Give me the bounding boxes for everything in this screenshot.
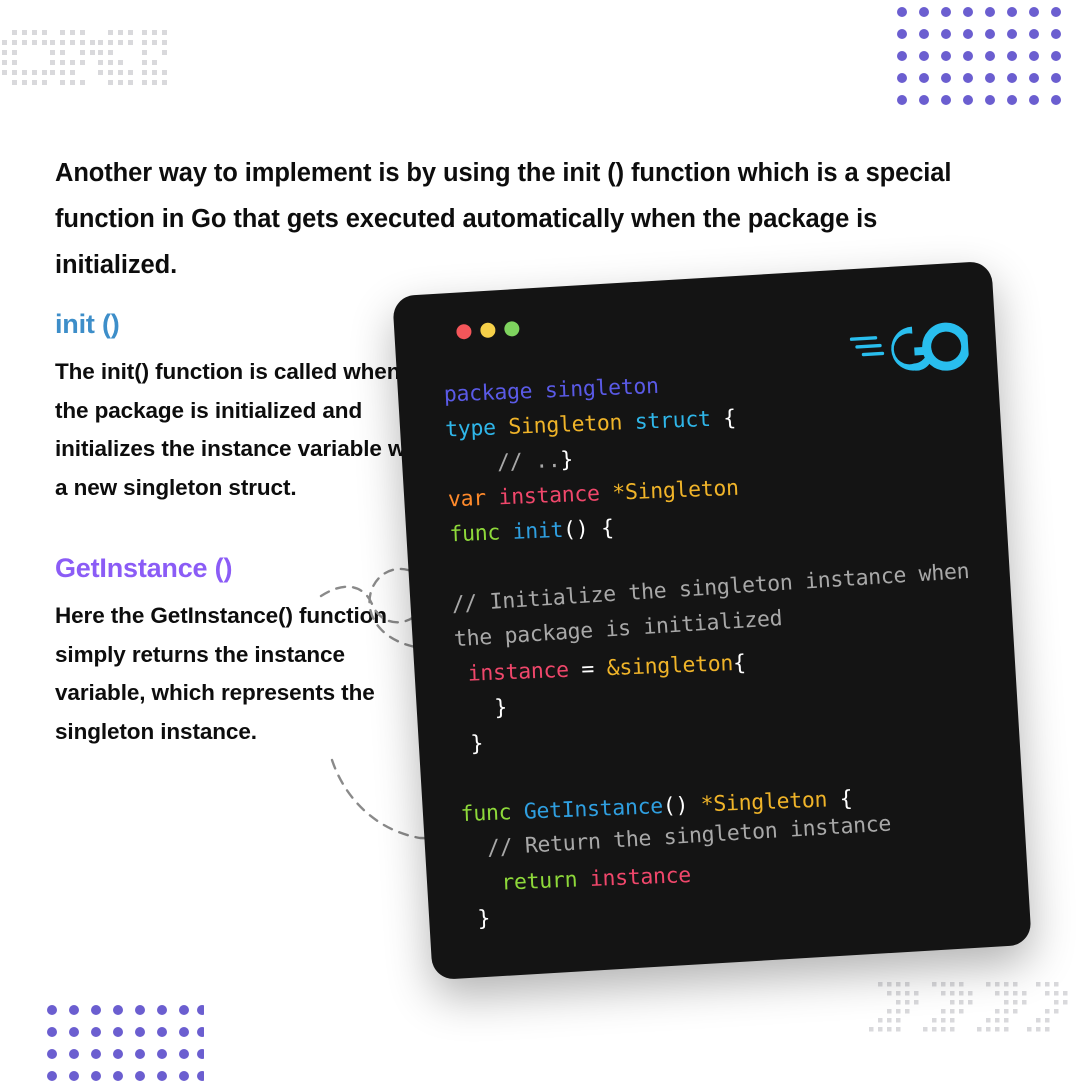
explanation-column: init () The init() function is called wh… (55, 305, 435, 751)
decorative-dots-bottom-right (856, 982, 1080, 1042)
minimize-button-icon[interactable] (479, 322, 496, 339)
slide-canvas: Another way to implement is by using the… (0, 0, 1080, 1081)
section-init: init () The init() function is called wh… (55, 305, 435, 507)
intro-paragraph: Another way to implement is by using the… (55, 158, 952, 279)
section-init-heading: init () (55, 309, 120, 339)
decorative-dot-grid-top-right (894, 4, 1064, 109)
section-getinstance-body: Here the GetInstance() function simply r… (55, 603, 387, 744)
maximize-button-icon[interactable] (503, 320, 520, 337)
code-content: package singleton type Singleton struct {… (443, 355, 1025, 937)
close-button-icon[interactable] (456, 323, 472, 340)
section-init-body: The init() function is called when the p… (55, 359, 433, 500)
decorative-dot-grid-bottom-left (44, 1002, 204, 1084)
code-window: package singleton type Singleton struct {… (392, 260, 1032, 981)
section-getinstance: GetInstance () Here the GetInstance() fu… (55, 549, 435, 751)
decorative-dots-top-left (0, 14, 175, 94)
window-traffic-lights (456, 320, 520, 340)
section-getinstance-heading: GetInstance () (55, 553, 233, 583)
